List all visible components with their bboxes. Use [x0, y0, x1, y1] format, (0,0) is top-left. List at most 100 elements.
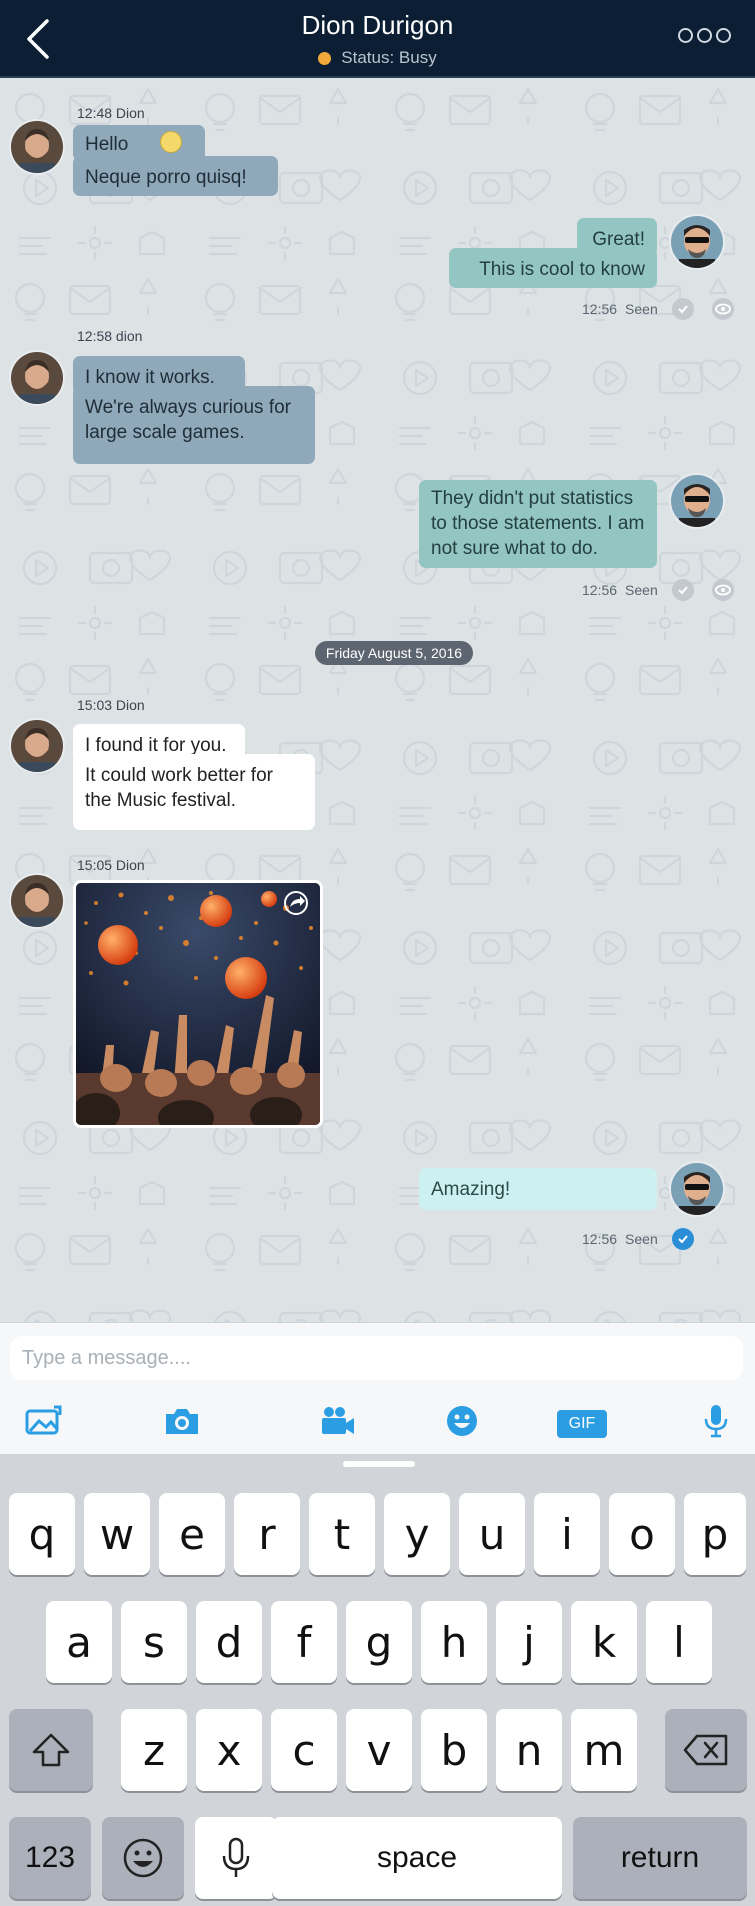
emoji-key[interactable]: [102, 1817, 184, 1899]
message-text: I found it for you.: [85, 735, 227, 756]
chat-header: Dion Durigon Status: Busy: [0, 0, 755, 78]
eye-icon: [711, 579, 734, 601]
date-divider: Friday August 5, 2016: [315, 641, 473, 665]
key-s[interactable]: s: [121, 1601, 187, 1683]
key-f[interactable]: f: [271, 1601, 337, 1683]
message-text: Amazing!: [431, 1179, 511, 1200]
my-avatar[interactable]: [669, 214, 725, 270]
message-bubble[interactable]: We're always curious for large scale gam…: [73, 386, 315, 464]
my-avatar[interactable]: [669, 1161, 725, 1217]
message-bubble[interactable]: They didn't put statistics to those stat…: [419, 480, 657, 568]
check-icon: [671, 579, 694, 601]
chat-area[interactable]: 12:48 Dion Hello Neque porro quisq! Grea…: [0, 78, 755, 1322]
key-l[interactable]: l: [646, 1601, 712, 1683]
key-w[interactable]: w: [84, 1493, 150, 1575]
message-text: Neque porro quisq!: [85, 167, 247, 188]
key-t[interactable]: t: [309, 1493, 375, 1575]
key-h[interactable]: h: [421, 1601, 487, 1683]
message-bubble[interactable]: Neque porro quisq!: [73, 156, 278, 196]
more-dots-icon: [716, 28, 731, 43]
message-bubble[interactable]: Amazing!: [419, 1168, 657, 1210]
key-p[interactable]: p: [684, 1493, 746, 1575]
key-j[interactable]: j: [496, 1601, 562, 1683]
message-text: We're always curious for large scale gam…: [85, 397, 292, 443]
message-text: This is cool to know: [479, 259, 645, 280]
contact-avatar[interactable]: [9, 718, 65, 774]
check-icon: [671, 298, 694, 320]
smiley-icon: [123, 1838, 163, 1878]
key-x[interactable]: x: [196, 1709, 262, 1791]
more-options-button[interactable]: [678, 28, 731, 43]
contact-avatar[interactable]: [9, 119, 65, 175]
key-r[interactable]: r: [234, 1493, 300, 1575]
video-button[interactable]: [316, 1401, 360, 1441]
shift-arrow-icon: [32, 1733, 70, 1767]
more-dots-icon: [697, 28, 712, 43]
message-text: Great!: [592, 229, 645, 250]
message-time: 12:56: [582, 1231, 618, 1247]
key-k[interactable]: k: [571, 1601, 637, 1683]
shift-key[interactable]: [9, 1709, 93, 1791]
gif-button[interactable]: GIF: [557, 1410, 607, 1438]
message-text: It could work better for the Music festi…: [85, 765, 273, 811]
message-time: 12:56: [582, 301, 618, 317]
microphone-icon: [704, 1405, 728, 1438]
key-i[interactable]: i: [534, 1493, 600, 1575]
key-a[interactable]: a: [46, 1601, 112, 1683]
person-avatar-icon: [671, 216, 723, 268]
key-u[interactable]: u: [459, 1493, 525, 1575]
camera-button[interactable]: [160, 1401, 204, 1441]
key-y[interactable]: y: [384, 1493, 450, 1575]
key-z[interactable]: z: [121, 1709, 187, 1791]
my-avatar[interactable]: [669, 473, 725, 529]
key-g[interactable]: g: [346, 1601, 412, 1683]
message-meta: 12:48 Dion: [77, 105, 145, 121]
smiley-icon: [447, 1406, 477, 1436]
message-meta: 15:03 Dion: [77, 697, 145, 713]
contact-name: Dion Durigon: [301, 10, 454, 40]
seen-status: 12:56 Seen: [582, 1228, 694, 1250]
return-key[interactable]: return: [573, 1817, 747, 1899]
message-bubble[interactable]: This is cool to know: [449, 248, 657, 288]
status-text: Status: Busy: [341, 48, 437, 67]
video-camera-icon: [322, 1407, 354, 1434]
key-e[interactable]: e: [159, 1493, 225, 1575]
message-bubble[interactable]: It could work better for the Music festi…: [73, 754, 315, 830]
numbers-key[interactable]: 123: [9, 1817, 91, 1899]
key-v[interactable]: v: [346, 1709, 412, 1791]
seen-label: Seen: [625, 1231, 658, 1247]
person-avatar-icon: [11, 875, 63, 927]
onscreen-keyboard: q w e r t y u i o p a s d f g h j k l z …: [0, 1454, 755, 1906]
status-dot-icon: [318, 51, 332, 65]
space-key[interactable]: space: [272, 1817, 562, 1899]
key-q[interactable]: q: [9, 1493, 75, 1575]
message-text: I know it works.: [85, 367, 215, 388]
backspace-key[interactable]: [665, 1709, 747, 1791]
backspace-icon: [683, 1734, 728, 1766]
message-composer: GIF: [0, 1322, 755, 1454]
image-message[interactable]: [73, 880, 323, 1128]
key-o[interactable]: o: [609, 1493, 675, 1575]
key-n[interactable]: n: [496, 1709, 562, 1791]
smiley-emoji-icon: [160, 131, 182, 153]
key-d[interactable]: d: [196, 1601, 262, 1683]
contact-avatar[interactable]: [9, 873, 65, 929]
gallery-icon: [25, 1405, 62, 1435]
message-meta: 15:05 Dion: [77, 857, 145, 873]
seen-label: Seen: [625, 582, 658, 598]
key-c[interactable]: c: [271, 1709, 337, 1791]
microphone-icon: [222, 1837, 250, 1877]
message-input[interactable]: [10, 1336, 743, 1380]
eye-icon: [711, 298, 734, 320]
contact-avatar[interactable]: [9, 350, 65, 406]
person-avatar-icon: [11, 121, 63, 173]
message-text: Hello: [85, 134, 129, 155]
key-b[interactable]: b: [421, 1709, 487, 1791]
emoji-button[interactable]: [440, 1401, 484, 1441]
voice-button[interactable]: [694, 1401, 738, 1441]
message-text: They didn't put statistics to those stat…: [431, 488, 645, 559]
key-m[interactable]: m: [571, 1709, 637, 1791]
keyboard-grabber[interactable]: [343, 1461, 415, 1467]
gallery-button[interactable]: [22, 1401, 66, 1441]
dictation-key[interactable]: [195, 1817, 277, 1899]
